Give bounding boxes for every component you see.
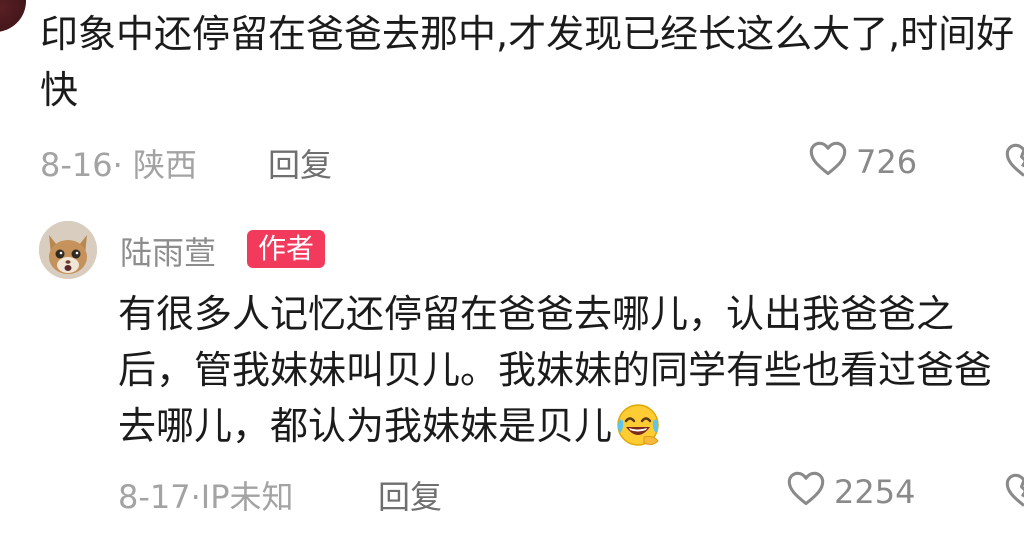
like-button[interactable]: 726 xyxy=(808,140,917,184)
comment-text: 印象中还停留在爸爸去那中,才发现已经长这么大了,时间好快 xyxy=(40,12,1015,112)
dislike-button[interactable] xyxy=(1004,142,1024,182)
broken-heart-icon xyxy=(1004,473,1024,512)
author-avatar[interactable] xyxy=(39,221,97,279)
reply-text-block: 有很多人记忆还停留在爸爸去哪儿，认出我爸爸之后，管我妹妹叫贝儿。我妹妹的同学有些… xyxy=(118,286,1018,454)
dislike-button[interactable] xyxy=(1004,472,1024,512)
commenter-avatar[interactable] xyxy=(0,0,26,32)
heart-icon xyxy=(808,140,848,184)
cat-avatar-image xyxy=(39,221,97,279)
like-button[interactable]: 2254 xyxy=(786,470,915,514)
like-count: 726 xyxy=(856,143,918,181)
author-name[interactable]: 陆雨萱 xyxy=(120,228,216,274)
reply-button[interactable]: 回复 xyxy=(268,140,332,186)
reply-date-location: 8-17·IP未知 xyxy=(118,478,294,516)
author-badge: 作者 xyxy=(247,230,326,268)
reply-text: 有很多人记忆还停留在爸爸去哪儿，认出我爸爸之后，管我妹妹叫贝儿。我妹妹的同学有些… xyxy=(118,292,993,448)
like-count: 2254 xyxy=(834,473,916,511)
reply-button[interactable]: 回复 xyxy=(378,472,442,518)
laughing-tears-emoji-icon xyxy=(614,401,662,449)
broken-heart-icon xyxy=(1004,143,1024,182)
heart-icon xyxy=(786,470,826,514)
comment-date-location: 8-16· 陕西 xyxy=(40,146,197,184)
